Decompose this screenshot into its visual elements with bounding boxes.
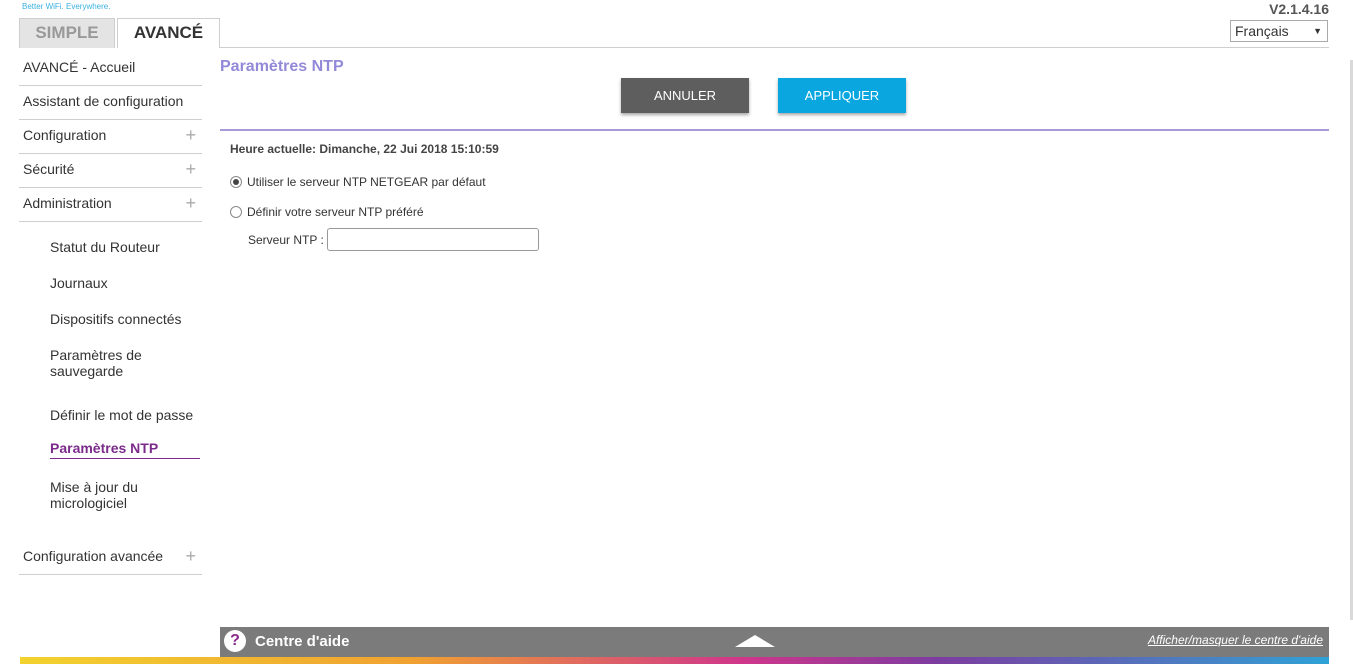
- radio-label: Définir votre serveur NTP préféré: [247, 205, 424, 219]
- sidebar-item-advanced-home[interactable]: AVANCÉ - Accueil: [19, 58, 202, 86]
- radio-button-unchecked[interactable]: [230, 206, 242, 218]
- sidebar-item-setup-wizard[interactable]: Assistant de configuration: [19, 86, 202, 120]
- brand-color-strip: [20, 657, 1329, 664]
- radio-label: Utiliser le serveur NTP NETGEAR par défa…: [247, 175, 486, 189]
- expand-plus-icon[interactable]: +: [185, 541, 196, 571]
- radio-option-default-ntp[interactable]: Utiliser le serveur NTP NETGEAR par défa…: [230, 175, 486, 189]
- sidebar-subitem-backup-settings[interactable]: Paramètres de sauvegarde: [50, 347, 160, 379]
- sidebar-item-label: Sécurité: [23, 161, 75, 177]
- sidebar-item-administration[interactable]: Administration +: [19, 188, 202, 222]
- radio-button-checked[interactable]: [230, 176, 242, 188]
- expand-plus-icon[interactable]: +: [185, 154, 196, 184]
- tab-simple[interactable]: SIMPLE: [19, 18, 115, 48]
- sidebar-item-configuration[interactable]: Configuration +: [19, 120, 202, 154]
- expand-plus-icon[interactable]: +: [185, 120, 196, 150]
- help-center-bar[interactable]: ? Centre d'aide Afficher/masquer le cent…: [220, 627, 1329, 657]
- sidebar-item-label: Assistant de configuration: [23, 93, 184, 109]
- page-title: Paramètres NTP: [220, 58, 344, 75]
- language-select[interactable]: Français ▼: [1230, 20, 1328, 42]
- expand-plus-icon[interactable]: +: [185, 188, 196, 218]
- sidebar-item-advanced-setup[interactable]: Configuration avancée +: [19, 541, 202, 575]
- firmware-version: V2.1.4.16: [1269, 1, 1329, 17]
- sidebar-subitem-ntp-settings[interactable]: Paramètres NTP: [50, 440, 200, 459]
- dropdown-arrow-icon: ▼: [1313, 26, 1322, 36]
- ntp-server-input[interactable]: [327, 228, 539, 251]
- brand-tagline: Better WiFi. Everywhere.: [22, 2, 111, 11]
- tab-advanced[interactable]: AVANCÉ: [117, 18, 220, 48]
- sidebar-item-label: Configuration: [23, 127, 107, 143]
- help-center-title: Centre d'aide: [255, 633, 350, 650]
- current-time: Heure actuelle: Dimanche, 22 Jui 2018 15…: [230, 142, 499, 156]
- sidebar-subitem-firmware-update[interactable]: Mise à jour du micrologiciel: [50, 479, 160, 511]
- expand-up-arrow-icon[interactable]: [735, 635, 775, 647]
- tab-underline: [219, 47, 1329, 48]
- sidebar-item-label: Configuration avancée: [23, 548, 164, 564]
- sidebar-item-label: AVANCÉ - Accueil: [23, 59, 136, 75]
- sidebar-subitem-logs[interactable]: Journaux: [50, 275, 200, 291]
- ntp-server-label: Serveur NTP :: [248, 233, 324, 247]
- cancel-button[interactable]: ANNULER: [621, 78, 749, 113]
- help-toggle-link[interactable]: Afficher/masquer le centre d'aide: [1148, 633, 1323, 647]
- sidebar-item-security[interactable]: Sécurité +: [19, 154, 202, 188]
- language-value: Français: [1235, 23, 1289, 39]
- radio-option-custom-ntp[interactable]: Définir votre serveur NTP préféré: [230, 205, 424, 219]
- sidebar-subitem-set-password[interactable]: Définir le mot de passe: [50, 407, 200, 423]
- help-question-icon[interactable]: ?: [224, 630, 246, 652]
- sidebar-subitem-connected-devices[interactable]: Dispositifs connectés: [50, 311, 200, 327]
- sidebar-item-label: Administration: [23, 195, 112, 211]
- apply-button[interactable]: APPLIQUER: [778, 78, 906, 113]
- sidebar-subitem-router-status[interactable]: Statut du Routeur: [50, 239, 200, 255]
- section-divider: [220, 129, 1329, 131]
